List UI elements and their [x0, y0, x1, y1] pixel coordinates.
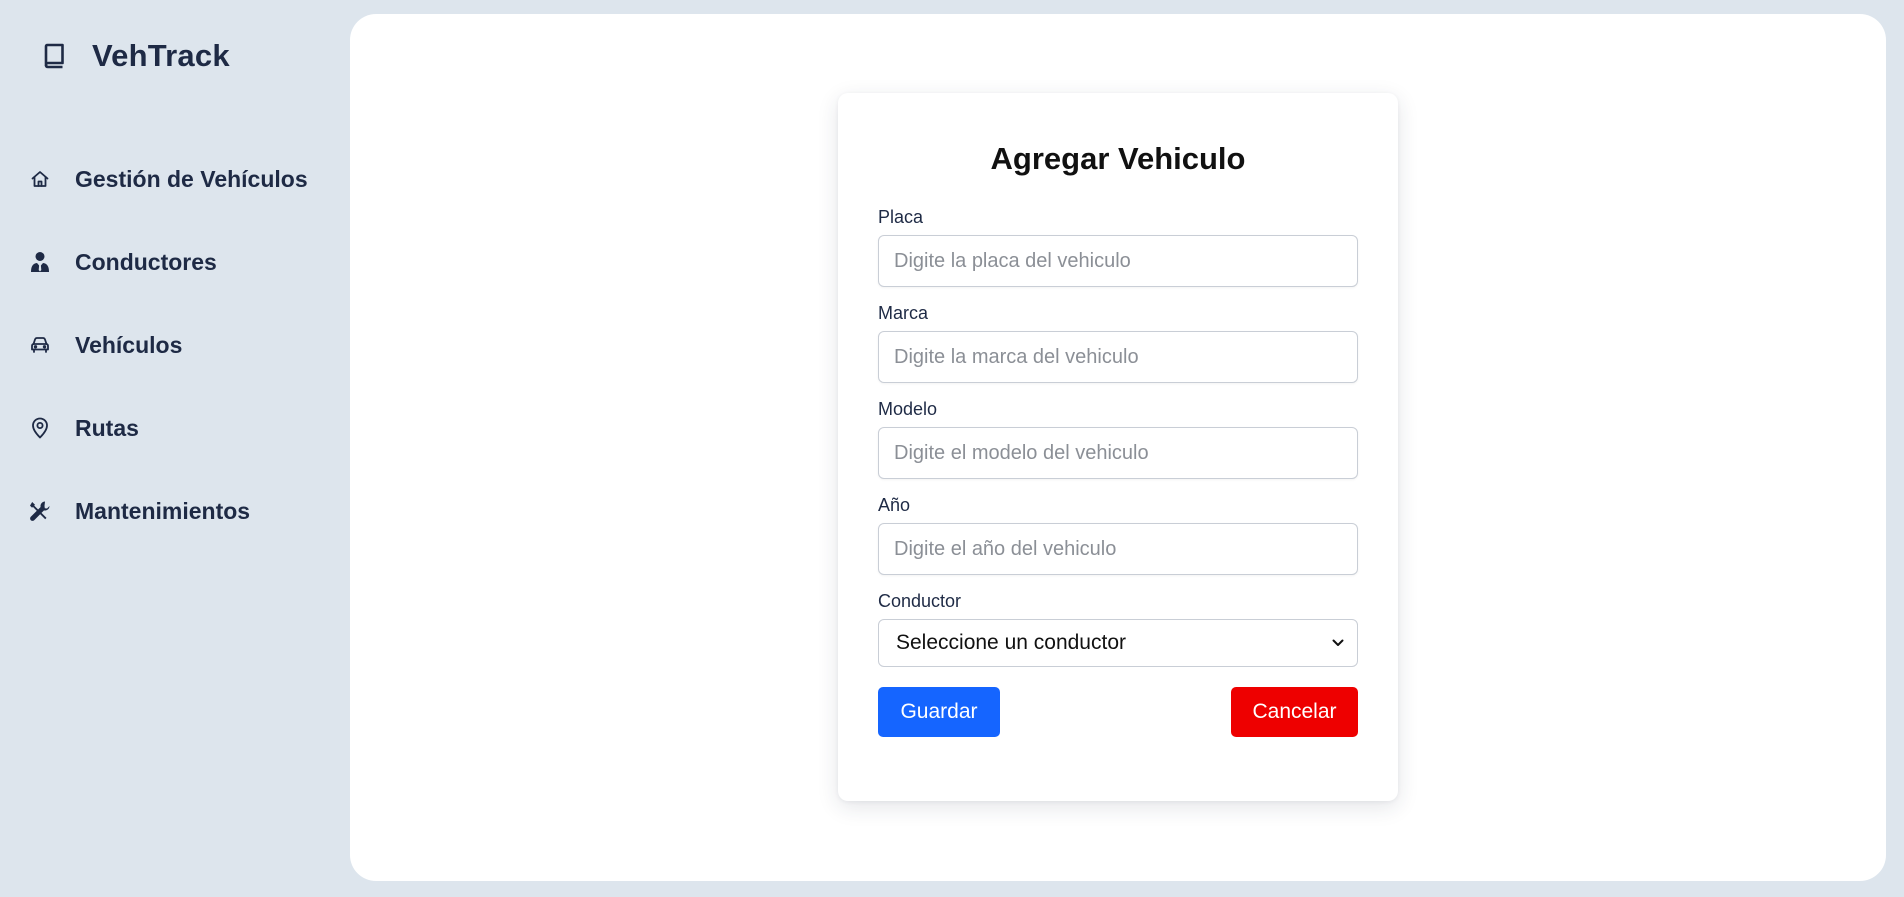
sidebar-item-label: Rutas [75, 414, 139, 441]
marca-label: Marca [878, 303, 929, 323]
sidebar-item-gestion-vehiculos[interactable]: Gestión de Vehículos [28, 155, 308, 203]
anio-field-group: Año [878, 495, 1358, 575]
modelo-input[interactable] [878, 427, 1358, 479]
modelo-label: Modelo [878, 399, 938, 419]
main-content: Agregar Vehiculo Placa Marca Modelo Año … [350, 14, 1886, 881]
marca-field-group: Marca [878, 303, 1358, 383]
user-tie-icon [28, 250, 52, 274]
form-title: Agregar Vehiculo [990, 141, 1246, 176]
placa-label: Placa [878, 207, 924, 227]
sidebar-item-label: Gestión de Vehículos [75, 165, 308, 192]
form-actions: Guardar Cancelar [878, 687, 1358, 737]
sidebar: VehTrack Gestión de Vehículos Conductore… [0, 0, 350, 897]
placa-field-group: Placa [878, 207, 1358, 287]
brand-name: VehTrack [92, 38, 230, 73]
sidebar-item-mantenimientos[interactable]: Mantenimientos [28, 487, 308, 535]
sidebar-item-conductores[interactable]: Conductores [28, 238, 308, 286]
cancel-button[interactable]: Cancelar [1231, 687, 1358, 737]
conductor-select-value: Seleccione un conductor [896, 631, 1126, 654]
map-pin-icon [28, 416, 52, 440]
modelo-field-group: Modelo [878, 399, 1358, 479]
anio-label: Año [878, 495, 911, 515]
placa-input[interactable] [878, 235, 1358, 287]
tools-icon [28, 499, 52, 523]
sidebar-item-label: Conductores [75, 248, 217, 275]
sidebar-item-rutas[interactable]: Rutas [28, 404, 308, 452]
conductor-label: Conductor [878, 591, 962, 611]
car-icon [28, 333, 52, 357]
anio-input[interactable] [878, 523, 1358, 575]
book-icon [40, 42, 68, 70]
chevron-down-icon [1331, 636, 1345, 650]
add-vehicle-form: Agregar Vehiculo Placa Marca Modelo Año … [838, 93, 1398, 801]
conductor-field-group: Conductor Seleccione un conductor [878, 591, 1358, 667]
sidebar-item-label: Vehículos [75, 331, 183, 358]
save-button[interactable]: Guardar [878, 687, 1000, 737]
sidebar-item-label: Mantenimientos [75, 497, 251, 524]
sidebar-item-vehiculos[interactable]: Vehículos [28, 321, 308, 369]
brand[interactable]: VehTrack [40, 38, 230, 74]
sidebar-nav: Gestión de Vehículos Conductores Vehícul… [28, 155, 308, 570]
conductor-select[interactable]: Seleccione un conductor [878, 619, 1358, 667]
marca-input[interactable] [878, 331, 1358, 383]
home-icon [28, 167, 52, 191]
